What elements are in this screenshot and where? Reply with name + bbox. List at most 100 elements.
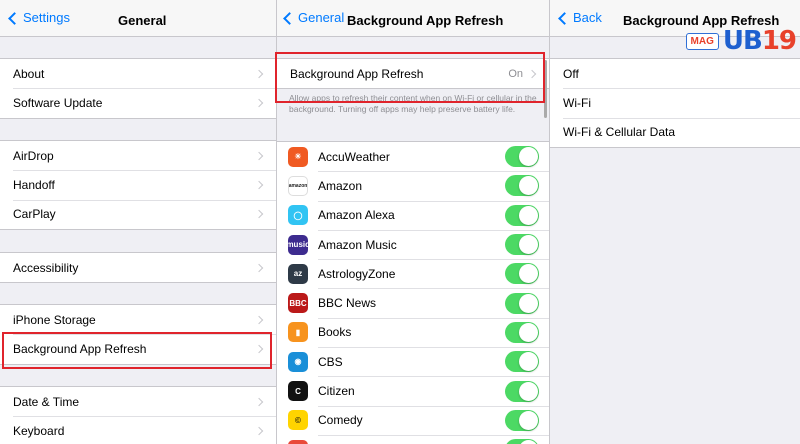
app-row-amazon: amazon Amazon [277,171,549,201]
app-name: Amazon [318,178,363,193]
option-wi-fi-and-cellular-data[interactable]: Wi-Fi & Cellular Data [550,117,800,147]
settings-item-label: Accessibility [13,260,79,275]
settings-item-keyboard[interactable]: Keyboard [0,416,276,444]
refresh-toggle[interactable] [505,263,539,285]
comedy-icon: © [288,410,308,431]
watermark-logo: MAG UB19 [685,26,797,56]
app-row-accuweather: ☀ AccuWeather [277,142,549,172]
toggle-knob [519,147,538,167]
refresh-toggle[interactable] [505,146,539,168]
app-name: CBS [318,354,343,369]
settings-item-airdrop[interactable]: AirDrop [0,141,276,170]
chevron-right-icon [254,209,264,219]
settings-item-software-update[interactable]: Software Update [0,88,276,117]
settings-item-iphone-storage[interactable]: iPhone Storage [0,305,276,334]
toggle-knob [519,381,538,401]
toggle-knob [519,440,538,444]
refresh-toggle[interactable] [505,409,539,431]
app-row-cbs: ◉ CBS [277,347,549,377]
refresh-options-panel: Back Background App Refresh Off Wi-Fi Wi-F… [550,0,800,444]
app-name: AccuWeather [318,149,390,164]
toggle-knob [519,205,538,225]
app-row-citizen: C Citizen [277,376,549,406]
settings-item-carplay[interactable]: CarPlay [0,199,276,229]
chevron-left-icon [558,11,571,25]
refresh-toggle[interactable] [505,439,539,444]
settings-item-date-and-time[interactable]: Date & Time [0,387,276,416]
books-icon: ▮ [288,322,308,343]
settings-item-label: AirDrop [13,148,54,163]
chevron-right-icon [254,98,264,108]
citizen-icon: C [288,381,308,402]
app-name: Citizen [318,384,355,399]
app-row-comedy: © Comedy [277,405,549,435]
chevron-left-icon [8,11,21,25]
general-panel: Settings General About Software Update Air… [0,0,276,444]
toggle-knob [519,235,538,255]
settings-item-label: Keyboard [13,423,65,438]
refresh-toggle[interactable] [505,204,539,226]
chevron-right-icon [254,263,264,272]
app-row-amazon-music: music Amazon Music [277,229,549,260]
refresh-toggle[interactable] [505,321,539,343]
accuweather-icon: ☀ [288,146,308,167]
refresh-toggle[interactable] [505,380,539,402]
app-row-astrologyzone: az AstrologyZone [277,259,549,289]
astrologyzone-icon: az [288,263,308,284]
app-name: Books [318,325,352,340]
settings-item-label: Handoff [13,177,55,192]
toggle-knob [519,410,538,430]
cbs-icon: ◉ [288,351,308,372]
back-button[interactable]: Settings [8,10,70,25]
chevron-right-icon [254,151,264,160]
settings-group: Accessibility [0,252,276,284]
toggle-knob [519,264,538,284]
settings-item-label: Software Update [13,95,103,110]
chevron-right-icon [254,426,264,436]
settings-item-accessibility[interactable]: Accessibility [0,253,276,282]
settings-item-about[interactable]: About [0,59,276,88]
back-label: Settings [23,10,70,25]
settings-item-handoff[interactable]: Handoff [0,170,276,199]
logo-mag: MAG [685,32,719,50]
refresh-toggle[interactable] [505,351,539,373]
options-group: Off Wi-Fi Wi-Fi & Cellular Data [550,58,800,148]
refresh-toggle[interactable] [505,175,539,197]
toggle-knob [519,293,538,313]
chevron-left-icon [283,11,296,25]
settings-item-label: Date & Time [13,394,80,409]
app-name: AstrologyZone [318,266,396,281]
option-label: Off [563,66,579,81]
toggle-knob [519,322,538,342]
option-off[interactable]: Off [550,59,800,88]
chevron-right-icon [254,69,264,78]
highlight-box [275,52,545,103]
refresh-toggle[interactable] [505,292,539,314]
page-title: General [118,13,167,28]
app-name: Comedy [318,413,363,428]
alexa-icon: ◯ [288,205,308,226]
app-icon [288,439,308,444]
settings-item-label: iPhone Storage [13,312,96,327]
bbc-news-icon: BBC [288,293,308,314]
toggle-knob [519,176,538,196]
refresh-toggle[interactable] [505,234,539,256]
amazon-icon: amazon [288,175,308,196]
nav-bar: General Background App Refresh [277,0,549,37]
settings-group: Date & Time Keyboard [0,386,276,444]
app-list: ☀ AccuWeather amazon Amazon ◯ Amazon Alexa mus… [277,141,549,444]
option-wi-fi[interactable]: Wi-Fi [550,88,800,117]
settings-item-label: About [13,66,45,81]
app-row-amazon-alexa: ◯ Amazon Alexa [277,200,549,230]
back-button[interactable]: Back [558,10,602,25]
chevron-right-icon [254,397,264,406]
page-title: Background App Refresh [347,13,504,28]
app-name: Amazon Alexa [318,208,395,223]
back-button[interactable]: General [283,10,344,25]
option-label: Wi-Fi & Cellular Data [563,125,676,140]
amazon-music-icon: music [286,234,310,255]
app-row [277,434,549,444]
app-row-bbc-news: BBC BBC News [277,288,549,318]
chevron-right-icon [254,180,264,190]
logo-mark: UB19 [722,26,797,56]
